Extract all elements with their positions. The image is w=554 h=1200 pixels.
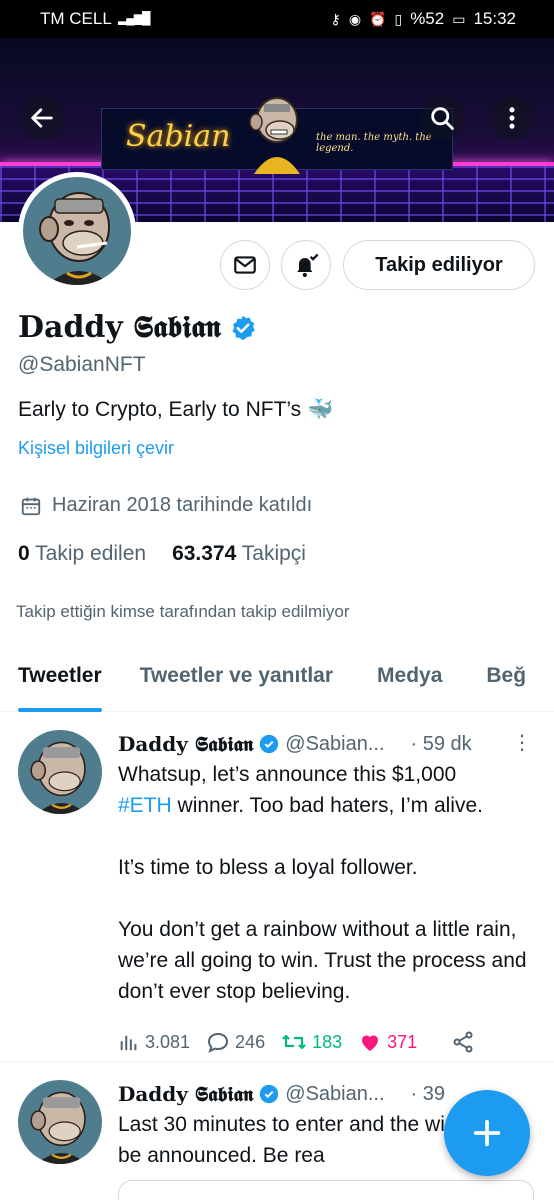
tab-media[interactable]: Medya [377,646,442,711]
tweet-actions: 3.081 246 183 371 [118,1030,475,1054]
follow-counts: 0 Takip edilen 63.374 Takipçi [18,542,306,566]
translate-bio-link[interactable]: Kişisel bilgileri çevir [18,438,174,459]
tweet-author-name[interactable]: Daddy 𝕾𝖆𝖇𝖎𝖆𝖓 [118,732,253,756]
following-link[interactable]: 0 Takip edilen [18,542,146,566]
tweet-author-name[interactable]: Daddy 𝕾𝖆𝖇𝖎𝖆𝖓 [118,1082,253,1106]
tweet-time[interactable]: · 59 dk [411,733,472,756]
joined-date-row: Haziran 2018 tarihinde katıldı [20,494,312,517]
profile-tabs: Tweetler Tweetler ve yanıtlar Medya Beğ [0,646,554,712]
banner-ape-illustration [249,97,300,174]
heart-filled-icon [362,1035,379,1051]
calendar-icon [21,497,41,515]
status-bar: TM CELL ▂▄▆█ ⚷ ◉ ⏰ ▯ %52 ▭ 15:32 [0,0,554,38]
ape-avatar-icon [30,1091,87,1164]
vertical-dots-icon [509,107,515,129]
tweet-author-handle[interactable]: @Sabian... [285,733,384,756]
followers-link[interactable]: 63.374 Takipçi [172,542,306,566]
joined-date: Haziran 2018 tarihinde katıldı [52,494,313,516]
profile-name-row: Daddy 𝕾𝖆𝖇𝖎𝖆𝖓 [18,310,257,345]
like-button[interactable]: 371 [358,1030,417,1054]
retweet-button[interactable]: 183 [281,1030,342,1054]
bar-chart-icon [120,1035,137,1051]
retweet-icon [282,1034,306,1050]
tweet-avatar[interactable] [18,1080,102,1164]
notifications-button[interactable] [281,240,331,290]
vibrate-icon: ▯ [394,10,403,27]
plus-icon [473,1119,501,1147]
back-button[interactable] [20,96,64,140]
followers-count: 63.374 [172,542,237,565]
verified-badge-icon [260,1084,279,1104]
status-icons: ⚷ ◉ ⏰ ▯ %52 ▭ 15:32 [331,9,516,29]
more-options-button[interactable] [490,96,534,140]
followers-label: Takipçi [241,542,306,565]
reply-count: 246 [235,1031,266,1052]
profile-name: Daddy 𝕾𝖆𝖇𝖎𝖆𝖓 [18,310,221,345]
tweet-avatar[interactable] [18,730,102,814]
tweet-author-handle[interactable]: @Sabian... [285,1083,384,1106]
battery-icon: ▭ [452,10,466,27]
following-button[interactable]: Takip ediliyor [343,240,535,290]
profile-bio: Early to Crypto, Early to NFT’s 🐳 [18,398,334,421]
bell-check-icon [297,253,319,278]
tweet-card[interactable]: Daddy 𝕾𝖆𝖇𝖎𝖆𝖓 @Sabian... · 59 dk ⋮ Whatsu… [0,712,554,1062]
battery-percent: %52 [410,9,445,28]
tweet-time[interactable]: · 39 [411,1083,445,1106]
ape-avatar-icon [30,741,87,814]
key-icon: ⚷ [330,10,341,27]
tweet-header: Daddy 𝕾𝖆𝖇𝖎𝖆𝖓 @Sabian... · 59 dk [118,732,472,756]
reply-bubble-icon [208,1032,229,1053]
alarm-icon: ⏰ [369,10,387,27]
tweet-media-preview[interactable] [118,1180,534,1200]
search-button[interactable] [420,96,464,140]
like-count: 371 [387,1031,418,1052]
share-button[interactable] [451,1030,475,1054]
clock: 15:32 [473,9,516,28]
following-label: Takip edilen [35,542,147,565]
tweet-more-button[interactable]: ⋮ [512,730,532,755]
share-icon [453,1031,473,1053]
eye-icon: ◉ [348,10,362,27]
arrow-left-icon [31,108,53,128]
avatar-image [23,177,131,285]
reply-button[interactable]: 246 [206,1030,265,1054]
verified-badge-icon [232,315,255,340]
search-icon [431,107,454,130]
tab-tweets[interactable]: Tweetler [18,646,102,712]
following-count: 0 [18,542,30,565]
verified-badge-icon [260,734,279,754]
tweet-text-part: winner. Too bad haters, I’m alive. It’s … [118,794,527,1003]
mutual-followers-note: Takip ettiğin kimse tarafından takip edi… [16,602,350,621]
tweet-header: Daddy 𝕾𝖆𝖇𝖎𝖆𝖓 @Sabian... · 39 [118,1082,445,1106]
tweet-text-part: Whatsup, let’s announce this $1,000 [118,763,457,786]
profile-avatar[interactable] [18,172,136,290]
views-count: 3.081 [145,1031,191,1052]
compose-tweet-button[interactable] [444,1090,530,1176]
tab-likes[interactable]: Beğ [486,646,526,711]
banner-neon-text: Sabian [126,119,231,154]
views-button[interactable]: 3.081 [118,1031,190,1053]
signal-icon: ▂▄▆█ [118,11,150,25]
carrier-label: TM CELL [40,9,112,28]
ape-avatar-icon [39,192,111,285]
hashtag-link[interactable]: #ETH [118,794,172,817]
envelope-icon [234,256,256,274]
retweet-count: 183 [312,1031,343,1052]
tab-tweets-and-replies[interactable]: Tweetler ve yanıtlar [140,646,333,711]
profile-handle: @SabianNFT [18,353,146,376]
message-button[interactable] [220,240,270,290]
tweet-text: Whatsup, let’s announce this $1,000 #ETH… [118,759,528,1007]
